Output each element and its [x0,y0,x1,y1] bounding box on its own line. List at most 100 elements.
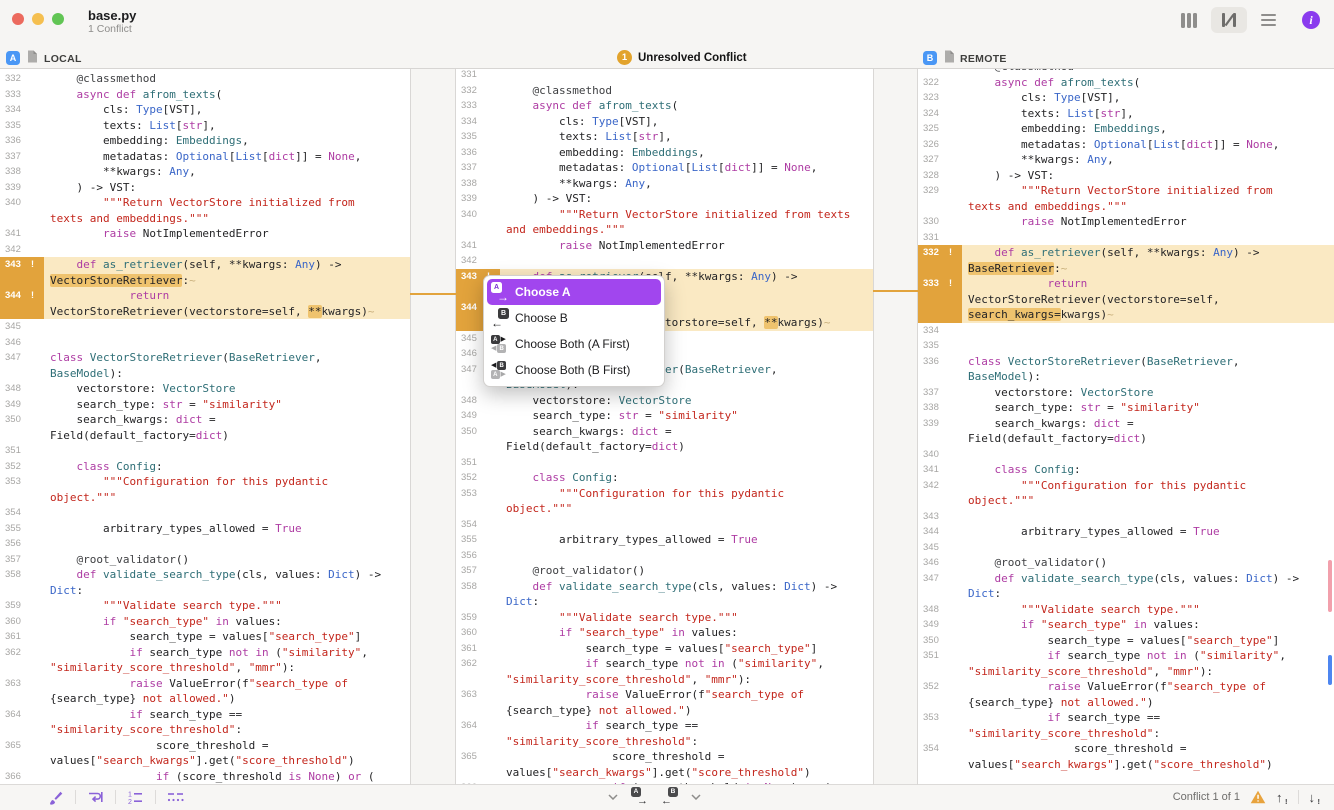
scrollbar-thumb[interactable] [1328,655,1332,685]
code-line-334[interactable]: 334 [918,323,1334,339]
code-line-339[interactable]: 339 search_kwargs: dict = Field(default_… [918,416,1334,447]
line-code[interactable]: search_type: str = "similarity" [44,397,388,413]
menu-item-both-a[interactable]: A▶◀BChoose Both (A First) [487,331,661,357]
code-line-323[interactable]: 323 cls: Type[VST], [918,90,1334,106]
code-line-362[interactable]: 362 if search_type not in ("similarity",… [0,645,410,676]
code-line-347[interactable]: 347 def validate_search_type(cls, values… [918,571,1334,602]
line-code[interactable]: """Return VectorStore initialized from t… [500,207,854,238]
code-line-366[interactable]: 366 if (score_threshold is None) or ( [0,769,410,785]
code-line-340[interactable]: 340 [918,447,1334,463]
code-line-342[interactable]: 342 [456,253,873,269]
line-code[interactable]: """Return VectorStore initialized from t… [962,183,1306,214]
line-code[interactable] [962,509,1306,525]
code-line-354[interactable]: 354 [0,505,410,521]
code-line-352[interactable]: 352 raise ValueError(f"search_type of {s… [918,679,1334,710]
code-line-342[interactable]: 342 [0,242,410,258]
code-line-360[interactable]: 360 if "search_type" in values: [456,625,873,641]
code-line-355[interactable]: 355 arbitrary_types_allowed = True [456,532,873,548]
line-code[interactable]: def validate_search_type(cls, values: Di… [44,567,388,598]
line-code[interactable]: @root_validator() [44,552,388,568]
line-code[interactable] [44,319,388,335]
line-code[interactable]: ) -> VST: [44,180,388,196]
local-pane[interactable]: 332 @classmethod333 async def afrom_text… [0,69,410,785]
code-line-345[interactable]: 345 [0,319,410,335]
line-code[interactable]: """Configuration for this pydantic objec… [962,478,1306,509]
line-code[interactable]: @root_validator() [962,555,1306,571]
code-line-357[interactable]: 357 @root_validator() [456,563,873,579]
code-line-353[interactable]: 353 if search_type == "similarity_score_… [918,710,1334,741]
choose-a-button[interactable]: A → [631,787,648,807]
line-code[interactable] [500,253,854,269]
code-line-359[interactable]: 359 """Validate search type.""" [0,598,410,614]
code-line-346[interactable]: 346 @root_validator() [918,555,1334,571]
code-line-349[interactable]: 349 if "search_type" in values: [918,617,1334,633]
line-code[interactable]: @classmethod [500,83,854,99]
code-line-354[interactable]: 354 score_threshold = values["search_kwa… [918,741,1334,772]
code-line-332[interactable]: 332 @classmethod [456,83,873,99]
line-code[interactable]: class Config: [44,459,388,475]
line-code[interactable] [962,447,1306,463]
code-line-326[interactable]: 326 metadatas: Optional[List[dict]] = No… [918,137,1334,153]
minimize-button[interactable] [32,13,44,25]
code-line-335[interactable]: 335 [918,338,1334,354]
code-line-333[interactable]: 333 async def afrom_texts( [456,98,873,114]
code-line-339[interactable]: 339 ) -> VST: [456,191,873,207]
code-line-333[interactable]: 333 async def afrom_texts( [0,87,410,103]
line-code[interactable]: if search_type == "similarity_score_thre… [962,710,1306,741]
code-line-349[interactable]: 349 search_type: str = "similarity" [0,397,410,413]
code-line-340[interactable]: 340 """Return VectorStore initialized fr… [0,195,410,226]
line-code[interactable] [44,242,388,258]
line-code[interactable]: return VectorStoreRetriever(vectorstore=… [962,276,1306,323]
code-line-336[interactable]: 336 embedding: Embeddings, [456,145,873,161]
line-code[interactable]: """Validate search type.""" [44,598,388,614]
line-code[interactable]: raise ValueError(f"search_type of {searc… [962,679,1306,710]
line-code[interactable]: class VectorStoreRetriever(BaseRetriever… [962,354,1306,385]
line-code[interactable]: search_type: str = "similarity" [500,408,854,424]
code-line-347[interactable]: 347class VectorStoreRetriever(BaseRetrie… [0,350,410,381]
code-line-360[interactable]: 360 if "search_type" in values: [0,614,410,630]
line-code[interactable]: cls: Type[VST], [962,90,1306,106]
code-line-351[interactable]: 351 [0,443,410,459]
line-code[interactable]: **kwargs: Any, [962,152,1306,168]
line-code[interactable]: """Configuration for this pydantic objec… [500,486,854,517]
columns-view-icon[interactable] [1181,13,1197,28]
line-code[interactable]: def validate_search_type(cls, values: Di… [962,571,1306,602]
line-code[interactable]: if search_type not in ("similarity", "si… [44,645,388,676]
line-code[interactable]: vectorstore: VectorStore [500,393,854,409]
close-button[interactable] [12,13,24,25]
code-line-348[interactable]: 348 vectorstore: VectorStore [0,381,410,397]
menu-item-both-b[interactable]: ◀BA▶Choose Both (B First) [487,357,661,383]
line-code[interactable] [962,230,1306,246]
line-numbers-icon[interactable]: 1 2 [127,789,144,805]
line-code[interactable]: embedding: Embeddings, [500,145,854,161]
line-code[interactable] [500,517,854,533]
line-code[interactable]: embedding: Embeddings, [962,121,1306,137]
line-code[interactable]: texts: List[str], [44,118,388,134]
code-line-361[interactable]: 361 search_type = values["search_type"] [456,641,873,657]
line-code[interactable]: if search_type == "similarity_score_thre… [44,707,388,738]
code-line-336[interactable]: 336class VectorStoreRetriever(BaseRetrie… [918,354,1334,385]
code-line-359[interactable]: 359 """Validate search type.""" [456,610,873,626]
line-code[interactable]: class VectorStoreRetriever(BaseRetriever… [44,350,388,381]
line-code[interactable] [44,536,388,552]
line-code[interactable]: texts: List[str], [500,129,854,145]
line-code[interactable]: **kwargs: Any, [500,176,854,192]
code-line-327[interactable]: 327 **kwargs: Any, [918,152,1334,168]
code-line-362[interactable]: 362 if search_type not in ("similarity",… [456,656,873,687]
next-conflict-button[interactable]: ↓! [1309,790,1321,805]
line-code[interactable]: if "search_type" in values: [500,625,854,641]
code-line-335[interactable]: 335 texts: List[str], [0,118,410,134]
chevron-down-icon[interactable] [691,792,701,803]
line-code[interactable]: class Config: [962,462,1306,478]
line-code[interactable]: arbitrary_types_allowed = True [962,524,1306,540]
code-line-348[interactable]: 348 vectorstore: VectorStore [456,393,873,409]
line-code[interactable] [44,335,388,351]
line-code[interactable]: metadatas: Optional[List[dict]] = None, [500,160,854,176]
line-code[interactable]: async def afrom_texts( [962,75,1306,91]
line-code[interactable]: raise ValueError(f"search_type of {searc… [44,676,388,707]
line-code[interactable]: raise NotImplementedError [500,238,854,254]
line-code[interactable] [44,505,388,521]
line-code[interactable]: def as_retriever(self, **kwargs: Any) ->… [962,245,1306,276]
line-code[interactable]: if search_type not in ("similarity", "si… [500,656,854,687]
code-line-361[interactable]: 361 search_type = values["search_type"] [0,629,410,645]
